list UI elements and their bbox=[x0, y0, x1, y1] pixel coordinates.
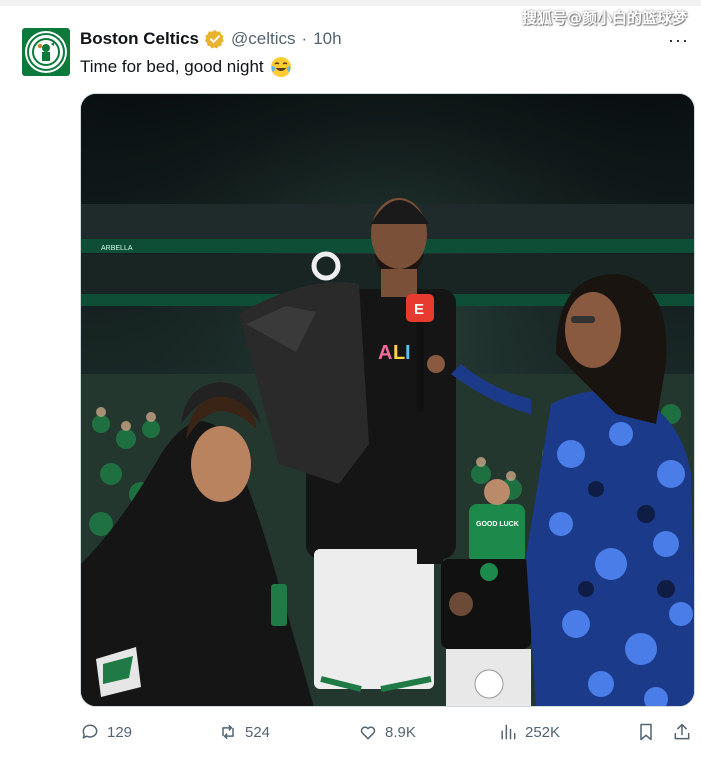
reply-icon bbox=[82, 724, 98, 739]
svg-text:A: A bbox=[378, 342, 392, 364]
banner-text: ARBELLA bbox=[101, 245, 133, 252]
repost-icon bbox=[222, 724, 234, 740]
svg-text:I: I bbox=[405, 342, 411, 364]
tweet-header: Boston Celtics @celtics · 10h bbox=[80, 28, 342, 50]
timestamp[interactable]: 10h bbox=[313, 29, 341, 49]
reply-button[interactable]: 129 bbox=[80, 722, 132, 742]
celtics-logo-icon bbox=[27, 33, 65, 71]
tweet[interactable]: 搜狐号@颜小白的篮球梦 Boston Celtics @celtics · 10… bbox=[0, 0, 701, 761]
like-count: 8.9K bbox=[385, 723, 416, 741]
repost-button[interactable]: 524 bbox=[218, 722, 270, 742]
more-options-button[interactable]: ··· bbox=[668, 30, 689, 51]
like-button[interactable]: 8.9K bbox=[358, 722, 416, 742]
analytics-icon bbox=[501, 724, 516, 740]
avatar[interactable] bbox=[22, 28, 70, 76]
bookmark-button[interactable] bbox=[636, 722, 656, 742]
bookmark-icon bbox=[640, 723, 652, 741]
action-bar: 129 524 8.9K 252K bbox=[80, 722, 693, 746]
tweet-photo[interactable]: ARBELLA GOOD LUCK A L I E bbox=[80, 93, 695, 707]
reply-count: 129 bbox=[107, 723, 133, 741]
tweet-text: Time for bed, good night bbox=[80, 56, 292, 78]
repost-count: 524 bbox=[245, 723, 271, 741]
author-name[interactable]: Boston Celtics bbox=[80, 29, 199, 49]
heart-icon bbox=[360, 726, 376, 740]
share-button[interactable] bbox=[672, 722, 692, 742]
watermark: 搜狐号@颜小白的篮球梦 bbox=[521, 9, 687, 27]
separator-dot: · bbox=[301, 29, 308, 48]
arena-interview-image: ARBELLA GOOD LUCK A L I E bbox=[81, 94, 694, 706]
mic-flag-letter: E bbox=[414, 301, 424, 318]
verified-badge-icon bbox=[205, 30, 224, 49]
views-button[interactable]: 252K bbox=[498, 722, 560, 742]
views-count: 252K bbox=[525, 723, 561, 741]
divider bbox=[0, 0, 701, 6]
svg-text:L: L bbox=[393, 342, 405, 364]
author-handle[interactable]: @celtics bbox=[231, 29, 296, 49]
fan-shirt-text: GOOD LUCK bbox=[476, 521, 519, 528]
share-icon bbox=[674, 723, 690, 740]
laughing-crying-emoji-icon bbox=[270, 57, 291, 77]
tweet-text-content: Time for bed, good night bbox=[80, 57, 264, 76]
